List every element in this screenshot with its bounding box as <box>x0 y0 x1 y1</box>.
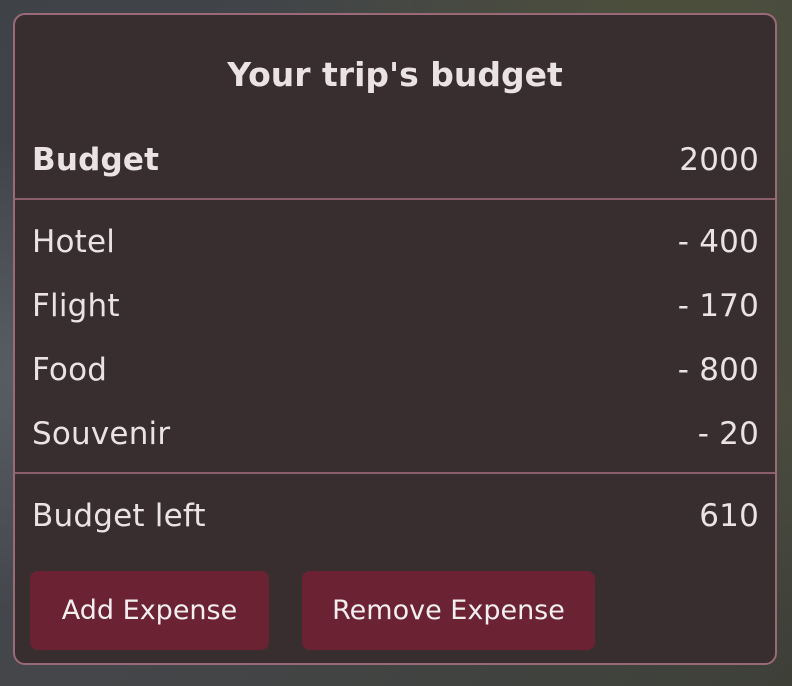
budget-label: Budget <box>32 142 160 178</box>
expense-label: Food <box>32 352 108 388</box>
expense-label: Souvenir <box>32 416 171 452</box>
divider-bottom <box>15 472 775 474</box>
budget-left-label: Budget left <box>32 498 206 534</box>
add-expense-button[interactable]: Add Expense <box>30 571 269 650</box>
expense-value: - 400 <box>677 224 759 260</box>
expense-label: Hotel <box>32 224 116 260</box>
expense-row-food: Food - 800 <box>32 348 759 392</box>
divider-top <box>15 198 775 200</box>
expense-row-souvenir: Souvenir - 20 <box>32 412 759 456</box>
budget-left-value: 610 <box>699 498 759 534</box>
expense-label: Flight <box>32 288 120 324</box>
budget-card: Your trip's budget Budget 2000 Hotel - 4… <box>13 13 777 665</box>
budget-value: 2000 <box>679 142 759 178</box>
expense-value: - 800 <box>677 352 759 388</box>
budget-left-row: Budget left 610 <box>32 494 759 538</box>
expense-value: - 20 <box>697 416 759 452</box>
expense-row-hotel: Hotel - 400 <box>32 220 759 264</box>
remove-expense-button[interactable]: Remove Expense <box>302 571 595 650</box>
card-title: Your trip's budget <box>227 55 563 94</box>
budget-row: Budget 2000 <box>32 138 759 182</box>
expense-value: - 170 <box>677 288 759 324</box>
expense-row-flight: Flight - 170 <box>32 284 759 328</box>
